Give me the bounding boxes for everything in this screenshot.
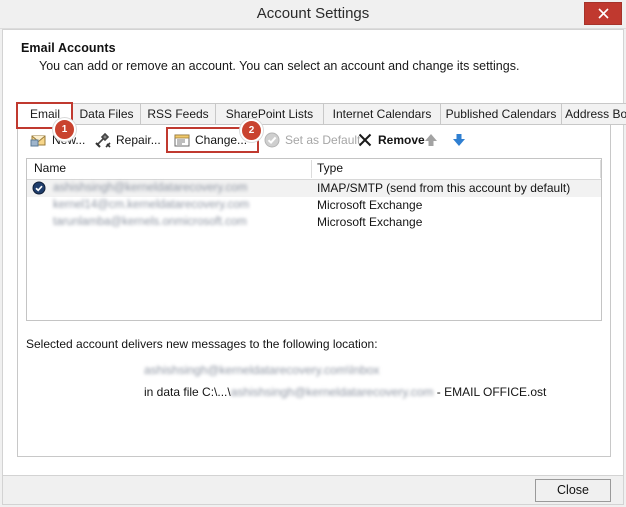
- account-type: Microsoft Exchange: [317, 198, 423, 212]
- default-account-check-icon: [32, 181, 46, 195]
- tab-label: RSS Feeds: [147, 107, 209, 121]
- tab-label: SharePoint Lists: [225, 107, 314, 121]
- tab-strip: Email Data Files RSS Feeds SharePoint Lists…: [17, 103, 626, 125]
- column-divider[interactable]: [311, 160, 312, 178]
- arrow-down-icon[interactable]: [450, 131, 468, 149]
- step-badge-1: 1: [53, 118, 76, 141]
- account-name: kernel14@cm.kerneldatarecovery.com: [53, 199, 250, 211]
- tab-sharepoint-lists[interactable]: SharePoint Lists: [215, 103, 324, 125]
- tab-address-books[interactable]: Address Books: [561, 103, 626, 125]
- column-divider-end[interactable]: [600, 160, 601, 178]
- close-button[interactable]: Close: [535, 479, 611, 502]
- remove-button[interactable]: Remove: [356, 129, 425, 151]
- dialog-footer: Close: [2, 476, 624, 505]
- delivery-location-text: ashishsingh@kerneldatarecovery.com\Inbox: [144, 363, 380, 377]
- delivery-datafile: in data file C:\...\ashishsingh@kernelda…: [144, 385, 546, 399]
- title-bar: Account Settings: [0, 0, 626, 29]
- account-type: IMAP/SMTP (send from this account by def…: [317, 181, 571, 195]
- remove-button-label: Remove: [378, 133, 425, 147]
- tab-data-files[interactable]: Data Files: [72, 103, 141, 125]
- email-tab-panel: New... Repair...: [17, 119, 611, 457]
- step-badge-2: 2: [240, 119, 263, 142]
- tab-internet-calendars[interactable]: Internet Calendars: [323, 103, 441, 125]
- column-header-name: Name: [34, 161, 67, 175]
- dialog-body: Email Accounts You can add or remove an …: [2, 29, 626, 476]
- new-account-icon: [30, 131, 48, 149]
- tab-published-calendars[interactable]: Published Calendars: [440, 103, 562, 125]
- tab-label: Data Files: [79, 107, 134, 121]
- tab-label: Published Calendars: [445, 107, 557, 121]
- change-account-icon: [173, 131, 191, 149]
- set-as-default-button[interactable]: Set as Default: [263, 129, 360, 151]
- window-title: Account Settings: [256, 5, 370, 22]
- datafile-suffix: - EMAIL OFFICE.ost: [433, 385, 547, 399]
- list-header: Name Type: [27, 159, 601, 180]
- delivery-location-value: ashishsingh@kerneldatarecovery.com\Inbox: [144, 363, 379, 377]
- table-row[interactable]: tarunlamba@kernels.onmicrosoft.com Micros…: [27, 214, 601, 231]
- close-icon[interactable]: [584, 2, 622, 25]
- tab-label: Address Books: [565, 107, 626, 121]
- datafile-prefix: in data file C:\...\: [144, 385, 231, 399]
- column-header-type: Type: [317, 161, 344, 175]
- account-toolbar: New... Repair...: [18, 119, 610, 156]
- account-settings-dialog: Account Settings Email Accounts You can …: [0, 0, 626, 507]
- set-as-default-label: Set as Default: [285, 133, 361, 147]
- repair-button[interactable]: Repair...: [94, 129, 161, 151]
- accounts-list[interactable]: Name Type ashishsingh@kerneldatarecovery…: [26, 158, 602, 321]
- table-row[interactable]: ashishsingh@kerneldatarecovery.com IMAP/S…: [27, 180, 601, 197]
- table-row[interactable]: kernel14@cm.kerneldatarecovery.com Micros…: [27, 197, 601, 214]
- tab-label: Internet Calendars: [332, 107, 432, 121]
- repair-button-label: Repair...: [116, 133, 161, 147]
- page-title: Email Accounts: [21, 41, 116, 55]
- delivery-location-title: Selected account delivers new messages t…: [26, 337, 378, 351]
- tab-label: Email: [29, 107, 60, 121]
- remove-x-icon: [356, 131, 374, 149]
- account-type: Microsoft Exchange: [317, 215, 423, 229]
- repair-icon: [94, 131, 112, 149]
- change-button-label: Change...: [195, 133, 248, 147]
- arrow-up-icon[interactable]: [422, 131, 440, 149]
- change-button[interactable]: Change...: [173, 129, 247, 151]
- tab-rss-feeds[interactable]: RSS Feeds: [140, 103, 216, 125]
- account-name: ashishsingh@kerneldatarecovery.com: [53, 182, 248, 194]
- account-name: tarunlamba@kernels.onmicrosoft.com: [53, 216, 247, 228]
- datafile-redacted: ashishsingh@kerneldatarecovery.com: [230, 385, 434, 399]
- page-subtitle: You can add or remove an account. You ca…: [39, 59, 520, 73]
- set-default-check-icon: [263, 131, 281, 149]
